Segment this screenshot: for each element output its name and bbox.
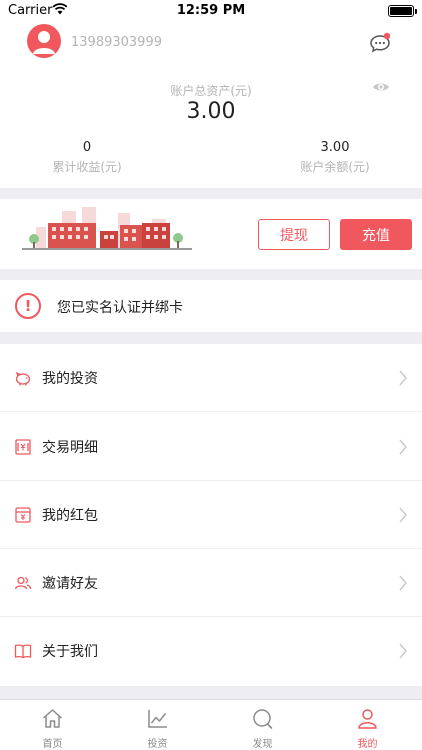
city-illustration <box>22 207 192 250</box>
chart-icon <box>148 710 167 728</box>
menu-item-label: 我的红包 <box>42 508 98 524</box>
chevron-right-icon <box>399 370 407 386</box>
eye-icon[interactable] <box>372 80 390 94</box>
total-assets-label: 账户总资产(元) <box>170 84 252 98</box>
cumulative-income: 0 累计收益(元) <box>17 140 157 175</box>
balance-label: 账户余额(元) <box>300 160 370 174</box>
avatar[interactable] <box>27 24 61 58</box>
verification-notice: ! 您已实名认证并绑卡 <box>0 282 422 330</box>
chevron-right-icon <box>399 643 407 659</box>
withdraw-button[interactable]: 提现 <box>258 219 330 250</box>
ledger-icon <box>15 439 31 455</box>
tab-invest[interactable]: 投资 <box>105 700 210 750</box>
menu-item-transaction-details[interactable]: 交易明细 <box>0 413 422 481</box>
balance-value: 3.00 <box>320 140 350 155</box>
section-divider <box>0 188 422 199</box>
phone-number: 13989303999 <box>71 35 162 50</box>
menu-item-label: 关于我们 <box>42 644 98 660</box>
section-divider <box>0 332 422 344</box>
message-icon[interactable] <box>369 32 391 54</box>
tab-home[interactable]: 首页 <box>0 700 105 750</box>
account-balance: 3.00 账户余额(元) <box>265 140 405 175</box>
friends-icon <box>14 576 32 590</box>
tab-label: 我的 <box>357 739 378 750</box>
menu-item-label: 交易明细 <box>42 440 98 456</box>
cumulative-income-value: 0 <box>82 140 92 155</box>
tab-discover[interactable]: 发现 <box>210 700 315 750</box>
tab-label: 首页 <box>42 739 63 750</box>
clock: 12:59 PM <box>176 3 246 18</box>
menu-item-label: 邀请好友 <box>42 576 98 592</box>
user-avatar-icon <box>33 31 55 54</box>
discover-icon <box>253 709 273 729</box>
tab-label: 投资 <box>147 739 168 750</box>
book-icon <box>14 644 32 659</box>
section-divider <box>0 686 422 699</box>
menu-item-invite-friends[interactable]: 邀请好友 <box>0 549 422 617</box>
user-icon <box>358 709 377 729</box>
red-envelope-icon <box>15 507 31 523</box>
tab-bar: 首页 投资 发现 我的 <box>0 699 422 750</box>
menu-item-my-investment[interactable]: 我的投资 <box>0 344 422 412</box>
recharge-button[interactable]: 充值 <box>340 219 412 250</box>
warning-icon: ! <box>15 293 41 319</box>
chevron-right-icon <box>399 439 407 455</box>
battery-icon <box>388 5 417 17</box>
cumulative-income-label: 累计收益(元) <box>52 160 122 174</box>
tab-label: 发现 <box>252 739 273 750</box>
tab-mine[interactable]: 我的 <box>315 700 420 750</box>
section-divider <box>0 269 422 280</box>
menu-item-red-envelope[interactable]: 我的红包 <box>0 481 422 549</box>
status-bar: Carrier 12:59 PM <box>0 0 422 22</box>
chevron-right-icon <box>399 575 407 591</box>
total-assets-value: 3.00 <box>186 99 236 124</box>
menu-item-about-us[interactable]: 关于我们 <box>0 617 422 685</box>
home-icon <box>43 709 62 728</box>
chevron-right-icon <box>399 507 407 523</box>
menu-item-label: 我的投资 <box>42 371 98 387</box>
unread-dot <box>383 32 391 40</box>
verification-text: 您已实名认证并绑卡 <box>57 300 183 316</box>
piggy-bank-icon <box>15 371 31 386</box>
